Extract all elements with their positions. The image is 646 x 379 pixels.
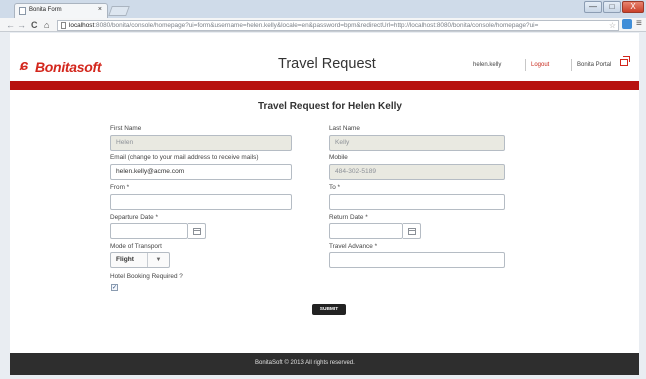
header-bar — [10, 81, 639, 90]
forward-icon[interactable]: → — [17, 19, 26, 31]
close-tab-icon[interactable]: × — [98, 6, 102, 13]
mode-of-transport-select[interactable]: Flight ▼ — [110, 252, 170, 268]
from-label: From * — [110, 184, 130, 191]
email-field[interactable]: helen.kelly@acme.com — [110, 164, 292, 180]
reload-icon[interactable]: C — [31, 19, 38, 31]
first-name-label: First Name — [110, 125, 142, 132]
browser-toolbar: ← → C ⌂ localhost:8080/bonita/console/ho… — [0, 18, 646, 32]
departure-date-field[interactable] — [110, 223, 188, 239]
home-icon[interactable]: ⌂ — [44, 19, 49, 31]
divider — [571, 59, 572, 71]
external-link-icon[interactable] — [620, 56, 630, 66]
menu-icon[interactable]: ≡ — [636, 18, 642, 30]
calendar-icon — [408, 228, 416, 235]
to-label: To * — [329, 184, 341, 191]
mobile-label: Mobile — [329, 154, 348, 161]
logout-link[interactable]: Logout — [531, 62, 549, 68]
address-bar[interactable]: localhost:8080/bonita/console/homepage?u… — [57, 20, 619, 31]
maximize-button[interactable]: □ — [603, 1, 621, 13]
page-title: Travel Request — [278, 56, 376, 72]
page-icon — [19, 7, 26, 15]
user-name: helen.kelly — [473, 62, 502, 68]
hotel-booking-label: Hotel Booking Required ? — [110, 273, 183, 280]
departure-date-label: Departure Date * — [110, 214, 158, 221]
mode-of-transport-value: Flight — [116, 256, 134, 263]
return-date-field[interactable] — [329, 223, 403, 239]
bonitasoft-logo-icon: ɕ — [20, 57, 29, 74]
footer-text: BonitaSoft © 2013 All rights reserved. — [255, 360, 355, 366]
email-label: Email (change to your mail address to re… — [110, 154, 259, 161]
departure-calendar-button[interactable] — [188, 223, 206, 239]
close-window-button[interactable]: X — [622, 1, 644, 13]
return-date-label: Return Date * — [329, 214, 368, 221]
travel-advance-label: Travel Advance * — [329, 243, 378, 250]
first-name-field: Helen — [110, 135, 292, 151]
url-path: :8080/bonita/console/homepage?ui=form&us… — [94, 22, 539, 29]
new-tab-button[interactable] — [108, 6, 130, 16]
hotel-booking-checkbox[interactable]: ✓ — [111, 284, 118, 291]
bookmark-star-icon[interactable]: ☆ — [609, 21, 616, 30]
browser-titlebar: Bonita Form × — □ X — [0, 0, 646, 18]
logo-text: Bonitasoft — [35, 59, 102, 75]
from-field[interactable] — [110, 194, 292, 210]
form-title: Travel Request for Helen Kelly — [258, 101, 402, 112]
url-host: localhost — [69, 22, 95, 29]
bonita-portal-link[interactable]: Bonita Portal — [577, 62, 611, 68]
page: ɕ Bonitasoft Travel Request helen.kelly … — [10, 33, 639, 375]
extension-icon[interactable] — [622, 19, 632, 29]
return-calendar-button[interactable] — [403, 223, 421, 239]
last-name-field: Kelly — [329, 135, 505, 151]
submit-button[interactable]: SUBMIT — [312, 304, 346, 315]
calendar-icon — [193, 228, 201, 235]
travel-advance-field[interactable] — [329, 252, 505, 268]
to-field[interactable] — [329, 194, 505, 210]
app-header: ɕ Bonitasoft Travel Request helen.kelly … — [10, 33, 639, 81]
last-name-label: Last Name — [329, 125, 360, 132]
back-icon[interactable]: ← — [6, 19, 15, 31]
mode-of-transport-label: Mode of Transport — [110, 243, 162, 250]
page-icon — [61, 22, 66, 29]
browser-tab[interactable]: Bonita Form × — [14, 3, 108, 18]
mobile-field: 484-302-5189 — [329, 164, 505, 180]
chevron-down-icon: ▼ — [147, 253, 169, 267]
tab-title: Bonita Form — [29, 7, 62, 13]
divider — [525, 59, 526, 71]
minimize-button[interactable]: — — [584, 1, 602, 13]
footer: BonitaSoft © 2013 All rights reserved. — [10, 353, 639, 375]
